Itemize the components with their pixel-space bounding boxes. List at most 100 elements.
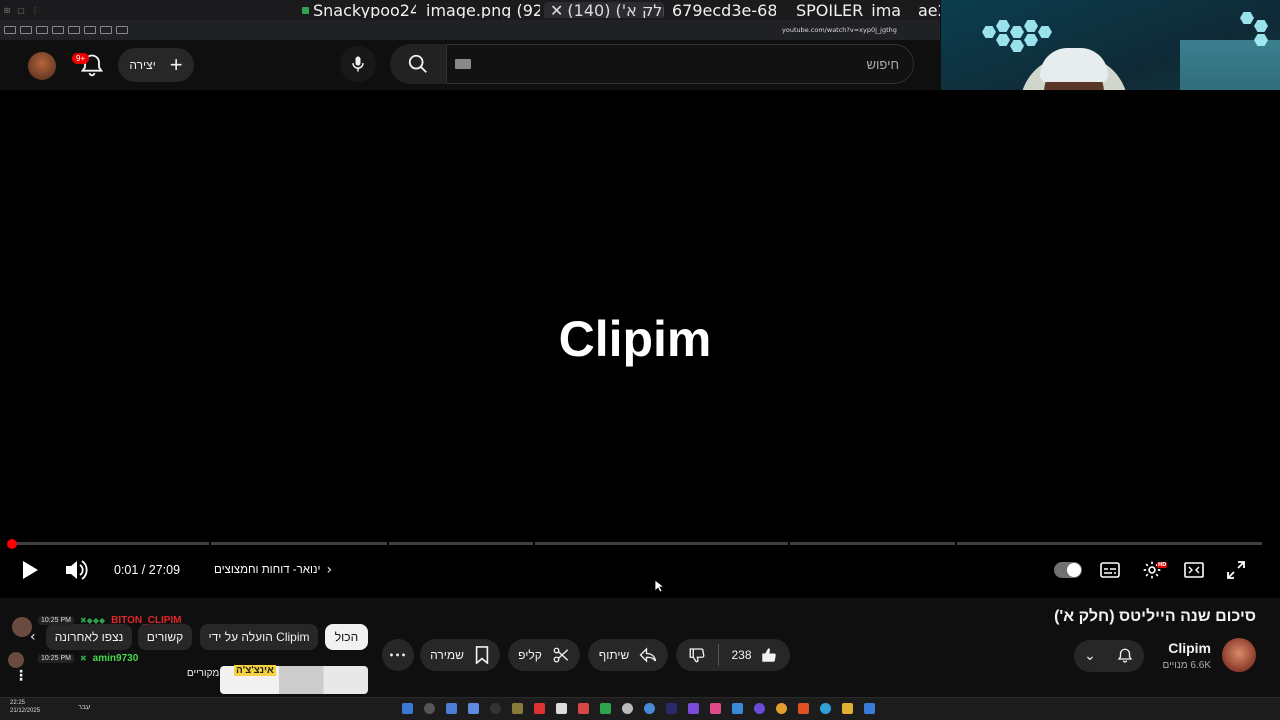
create-label: יצירה <box>129 58 156 72</box>
windows-taskbar <box>0 697 1280 720</box>
more-vert-icon[interactable]: ⋮ <box>14 668 28 684</box>
autoplay-knob <box>1067 563 1081 577</box>
chapter-divider <box>788 542 790 545</box>
search-button[interactable] <box>390 44 446 84</box>
search-input[interactable]: חיפוש <box>446 44 914 84</box>
dislike-button[interactable] <box>676 639 718 671</box>
share-button[interactable]: שיתוף <box>588 639 668 671</box>
clock-date: 21/12/2025 <box>10 708 41 714</box>
chevron-down-icon: ⌄ <box>1084 648 1096 664</box>
chapter-divider <box>387 542 389 545</box>
chrome-icon[interactable] <box>776 703 787 714</box>
channel-name[interactable]: Clipim <box>1168 640 1211 656</box>
close-tab-icon[interactable]: ✕ <box>550 2 563 18</box>
video-title: סיכום שנה הייליטס (חלק א') <box>1054 608 1256 625</box>
taskbar-app-icon[interactable] <box>688 703 699 714</box>
chip-label: הועלה על ידי Clipim <box>208 630 310 644</box>
taskbar-app-icon[interactable] <box>556 703 567 714</box>
taskbar-app-icon[interactable] <box>732 703 743 714</box>
tab-ae2620[interactable]: ae2620d <box>912 2 940 18</box>
chip-recently-watched[interactable]: נצפו לאחרונה <box>46 624 132 650</box>
shield-icon[interactable] <box>20 26 32 34</box>
sidebar-toggle-icon[interactable] <box>4 26 16 34</box>
tab-spoiler-image[interactable]: SPOILER_image.png (508×372) <box>790 2 900 18</box>
tab-label: Snackypoo247 Clips - Watch Live on <box>313 2 416 18</box>
address-bar[interactable]: youtube.com/watch?v=xyp0j_jgthg <box>782 26 897 34</box>
account-avatar[interactable] <box>28 52 56 80</box>
voice-search-button[interactable] <box>340 46 376 82</box>
taskbar-app-icon[interactable] <box>512 703 523 714</box>
tab-youtube-video[interactable]: ✕ סיכום שנה הייליטס (חלק א') (140) <box>544 2 664 18</box>
taskbar-app-icon[interactable] <box>622 703 633 714</box>
panel-icon[interactable] <box>68 26 80 34</box>
extensions-icon[interactable]: ⋮ <box>28 6 42 15</box>
thumbs-down-icon <box>689 648 705 663</box>
chip-label: נצפו לאחרונה <box>54 630 124 644</box>
progress-bar[interactable] <box>12 542 1262 545</box>
tab-uuid[interactable]: 679ecd3e-6807-46df-8303-2fedd9d <box>666 2 776 18</box>
taskbar-app-icon[interactable] <box>710 703 721 714</box>
like-button[interactable]: 238 <box>719 639 790 671</box>
music-icon[interactable] <box>84 26 96 34</box>
taskbar-app-icon[interactable] <box>490 703 501 714</box>
chip-all[interactable]: הכול <box>325 624 368 650</box>
chapter-divider <box>955 542 957 545</box>
tab-image-png[interactable]: image.png (926×851) <box>420 2 540 18</box>
chip-label: קשורים <box>146 630 184 644</box>
theater-mode-button[interactable] <box>1182 560 1206 580</box>
language-indicator[interactable]: עבר <box>78 703 90 711</box>
taskbar-app-icon[interactable] <box>534 703 545 714</box>
tab-snackypoo-clips[interactable]: Snackypoo247 Clips - Watch Live on <box>296 2 416 18</box>
thumbnail-label: אינצ'צ'ה <box>234 665 276 676</box>
play-button[interactable] <box>18 558 42 582</box>
folder-icon[interactable] <box>842 703 853 714</box>
chapter-label: ינואר- דוחות וחמצוצים <box>214 564 321 576</box>
taskbar-app-icon[interactable] <box>424 703 435 714</box>
taskbar-app-icon[interactable] <box>468 703 479 714</box>
chat-message: 10:25 PM ✖ amin9730 <box>38 653 138 664</box>
subscribed-button[interactable]: ⌄ <box>1074 640 1144 672</box>
taskbar-app-icon[interactable] <box>754 703 765 714</box>
brave-icon[interactable] <box>798 703 809 714</box>
reader-icon[interactable] <box>52 26 64 34</box>
channel-avatar[interactable] <box>1222 638 1256 672</box>
bell-icon <box>1117 648 1133 663</box>
chapter-button[interactable]: ינואר- דוחות וחמצוצים › <box>214 562 332 578</box>
screen: ⊞ ▢ ⋮ Snackypoo247 Clips - Watch Live on… <box>0 0 1280 720</box>
save-button[interactable]: שמירה <box>420 639 500 671</box>
fullscreen-button[interactable] <box>1224 558 1248 582</box>
tab-label: סיכום שנה הייליטס (חלק א') (140) <box>567 2 664 18</box>
keyboard-icon[interactable] <box>455 59 471 69</box>
clip-button[interactable]: קליפ <box>508 639 580 671</box>
chat-message: 10:25 PM ✖◆◆◆ BITON_CLIPIM <box>38 615 182 626</box>
pen-icon[interactable] <box>36 26 48 34</box>
clip-label: קליפ <box>518 648 542 662</box>
taskbar-clock[interactable]: 22:25 21/12/2025 <box>10 699 40 715</box>
chip-related[interactable]: קשורים <box>138 624 192 650</box>
subtitles-button[interactable] <box>1098 560 1122 580</box>
taskbar-app-icon[interactable] <box>600 703 611 714</box>
taskbar-app-icon[interactable] <box>666 703 677 714</box>
taskbar-app-icon[interactable] <box>446 703 457 714</box>
tab-label: SPOILER_image.png (508×372) <box>796 2 900 18</box>
window-control-icon[interactable]: ▢ <box>14 6 28 15</box>
screenshot-icon[interactable] <box>100 26 112 34</box>
taskbar-app-icon[interactable] <box>402 703 413 714</box>
windows-start-icon[interactable] <box>864 703 875 714</box>
save-label: שמירה <box>430 648 464 662</box>
edge-icon[interactable] <box>820 703 831 714</box>
scrubber-handle[interactable] <box>7 539 17 549</box>
settings-icon[interactable] <box>116 26 128 34</box>
chip-label: הכול <box>334 630 359 644</box>
more-actions-button[interactable]: ••• <box>382 639 414 671</box>
video-title-card: Clipim <box>558 311 712 367</box>
autoplay-toggle[interactable] <box>1054 562 1082 578</box>
taskbar-app-icon[interactable] <box>578 703 589 714</box>
volume-button[interactable] <box>62 558 90 582</box>
create-button[interactable]: יצירה + <box>118 48 194 82</box>
chip-uploaded-by[interactable]: הועלה על ידי Clipim <box>200 624 318 650</box>
taskbar-app-icon[interactable] <box>644 703 655 714</box>
browser-menu-icon[interactable]: ⊞ <box>0 6 14 15</box>
plus-icon: + <box>169 52 183 77</box>
search-placeholder: חיפוש <box>866 57 899 72</box>
